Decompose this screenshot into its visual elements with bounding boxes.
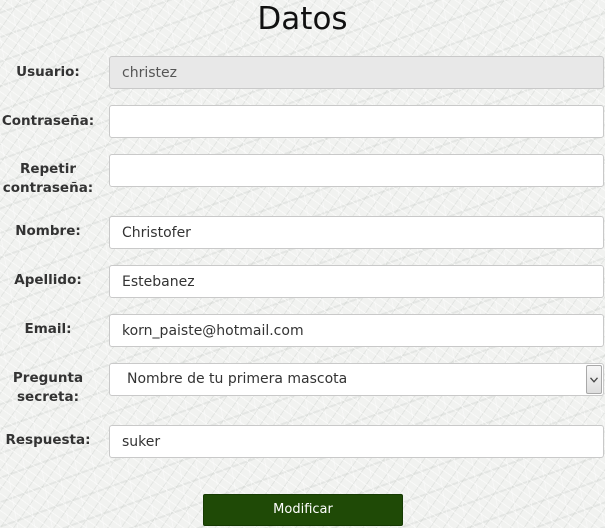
pregunta-label-line1: Pregunta xyxy=(12,370,84,386)
contrasena-field[interactable] xyxy=(109,105,604,138)
contrasena-label: Contraseña: xyxy=(1,113,95,129)
apellido-label: Apellido: xyxy=(14,272,82,288)
apellido-field[interactable] xyxy=(109,265,604,298)
repetir-contrasena-field[interactable] xyxy=(109,154,604,187)
usuario-field[interactable] xyxy=(109,56,604,89)
email-label: Email: xyxy=(24,321,72,337)
select-arrow-button[interactable] xyxy=(586,365,602,394)
email-field[interactable] xyxy=(109,314,604,347)
repetir-contrasena-label: Repetir contraseña: xyxy=(0,160,96,198)
respuesta-field[interactable] xyxy=(109,425,604,458)
repetir-contrasena-label-line1: Repetir xyxy=(19,161,77,177)
usuario-label: Usuario: xyxy=(16,64,80,80)
pregunta-selected-value: Nombre de tu primera mascota xyxy=(127,371,348,387)
pregunta-label-line2: secreta: xyxy=(17,389,79,405)
pregunta-label: Pregunta secreta: xyxy=(0,369,96,407)
repetir-contrasena-label-line2: contraseña: xyxy=(2,180,94,196)
pregunta-select[interactable]: Nombre de tu primera mascota xyxy=(109,363,604,396)
respuesta-label: Respuesta: xyxy=(5,432,91,448)
nombre-field[interactable] xyxy=(109,216,604,249)
page-title: Datos xyxy=(257,1,348,37)
nombre-label: Nombre: xyxy=(15,223,81,239)
modificar-button[interactable]: Modificar xyxy=(203,494,403,526)
chevron-down-icon xyxy=(590,377,598,383)
